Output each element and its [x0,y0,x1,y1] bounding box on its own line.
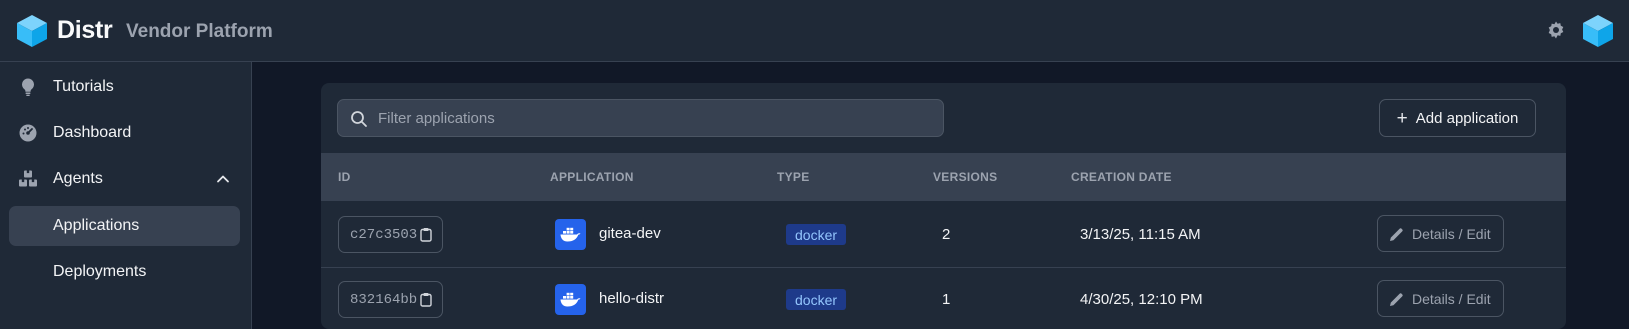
sidebar: Tutorials Dashboard Agents Applications [0,62,252,329]
gauge-icon [19,124,37,142]
column-header-application: APPLICATION [550,170,634,184]
sidebar-item-agents[interactable]: Agents [9,159,240,199]
details-edit-button[interactable]: Details / Edit [1377,215,1504,252]
search-icon [351,111,367,127]
type-badge: docker [786,224,847,245]
creation-date: 3/13/25, 11:15 AM [1080,226,1201,243]
clipboard-icon [420,293,432,307]
application-name: hello-distr [599,290,665,307]
distr-logo-icon[interactable] [16,14,48,48]
column-header-versions: VERSIONS [933,170,998,184]
search-input[interactable] [378,100,938,136]
creation-date: 4/30/25, 12:10 PM [1080,291,1203,308]
row-id: c27c3503 [350,226,418,243]
versions-count: 1 [942,291,951,308]
chevron-up-icon[interactable] [215,171,231,187]
search-box[interactable] [337,99,944,137]
sidebar-item-deployments[interactable]: Deployments [9,252,240,292]
application-name: gitea-dev [599,225,661,242]
add-application-button[interactable]: + Add application [1379,99,1536,137]
platform-subtitle: Vendor Platform [126,21,273,42]
type-badge: docker [786,289,847,310]
table-header: ID APPLICATION TYPE VERSIONS CREATION DA… [321,153,1566,201]
column-header-creation-date: CREATION DATE [1071,170,1172,184]
clipboard-icon [420,228,432,242]
sidebar-item-label: Tutorials [53,78,114,95]
column-header-id: ID [338,170,351,184]
lightbulb-icon [21,78,34,96]
sidebar-item-dashboard[interactable]: Dashboard [9,113,240,153]
details-edit-label: Details / Edit [1412,225,1491,242]
versions-count: 2 [942,226,951,243]
sidebar-item-label: Agents [53,170,103,187]
sidebar-item-applications[interactable]: Applications [9,206,240,246]
pencil-icon [1390,228,1403,241]
boxes-icon [19,170,37,187]
gear-icon[interactable] [1546,20,1566,40]
details-edit-label: Details / Edit [1412,290,1491,307]
avatar[interactable] [1582,14,1614,48]
table-row[interactable]: c27c3503 gitea-dev docker 2 3/13/25, 11:… [321,201,1566,268]
table-row[interactable]: 832164bb hello-distr docker 1 4/30/25, 1… [321,266,1566,329]
brand-name[interactable]: Distr [57,16,113,45]
details-edit-button[interactable]: Details / Edit [1377,280,1504,317]
column-header-type: TYPE [777,170,810,184]
plus-icon: + [1396,107,1408,129]
sidebar-item-label: Applications [53,217,140,234]
sidebar-item-label: Deployments [53,263,147,280]
id-copy-chip[interactable]: 832164bb [338,281,443,318]
docker-icon [555,284,586,315]
sidebar-item-tutorials[interactable]: Tutorials [9,67,240,107]
docker-icon [555,219,586,250]
id-copy-chip[interactable]: c27c3503 [338,216,443,253]
pencil-icon [1390,293,1403,306]
applications-card: + Add application ID APPLICATION TYPE VE… [321,83,1566,329]
row-id: 832164bb [350,291,418,308]
top-bar: Distr Vendor Platform [0,0,1629,62]
sidebar-item-label: Dashboard [53,124,132,141]
add-application-label: Add application [1415,109,1519,127]
